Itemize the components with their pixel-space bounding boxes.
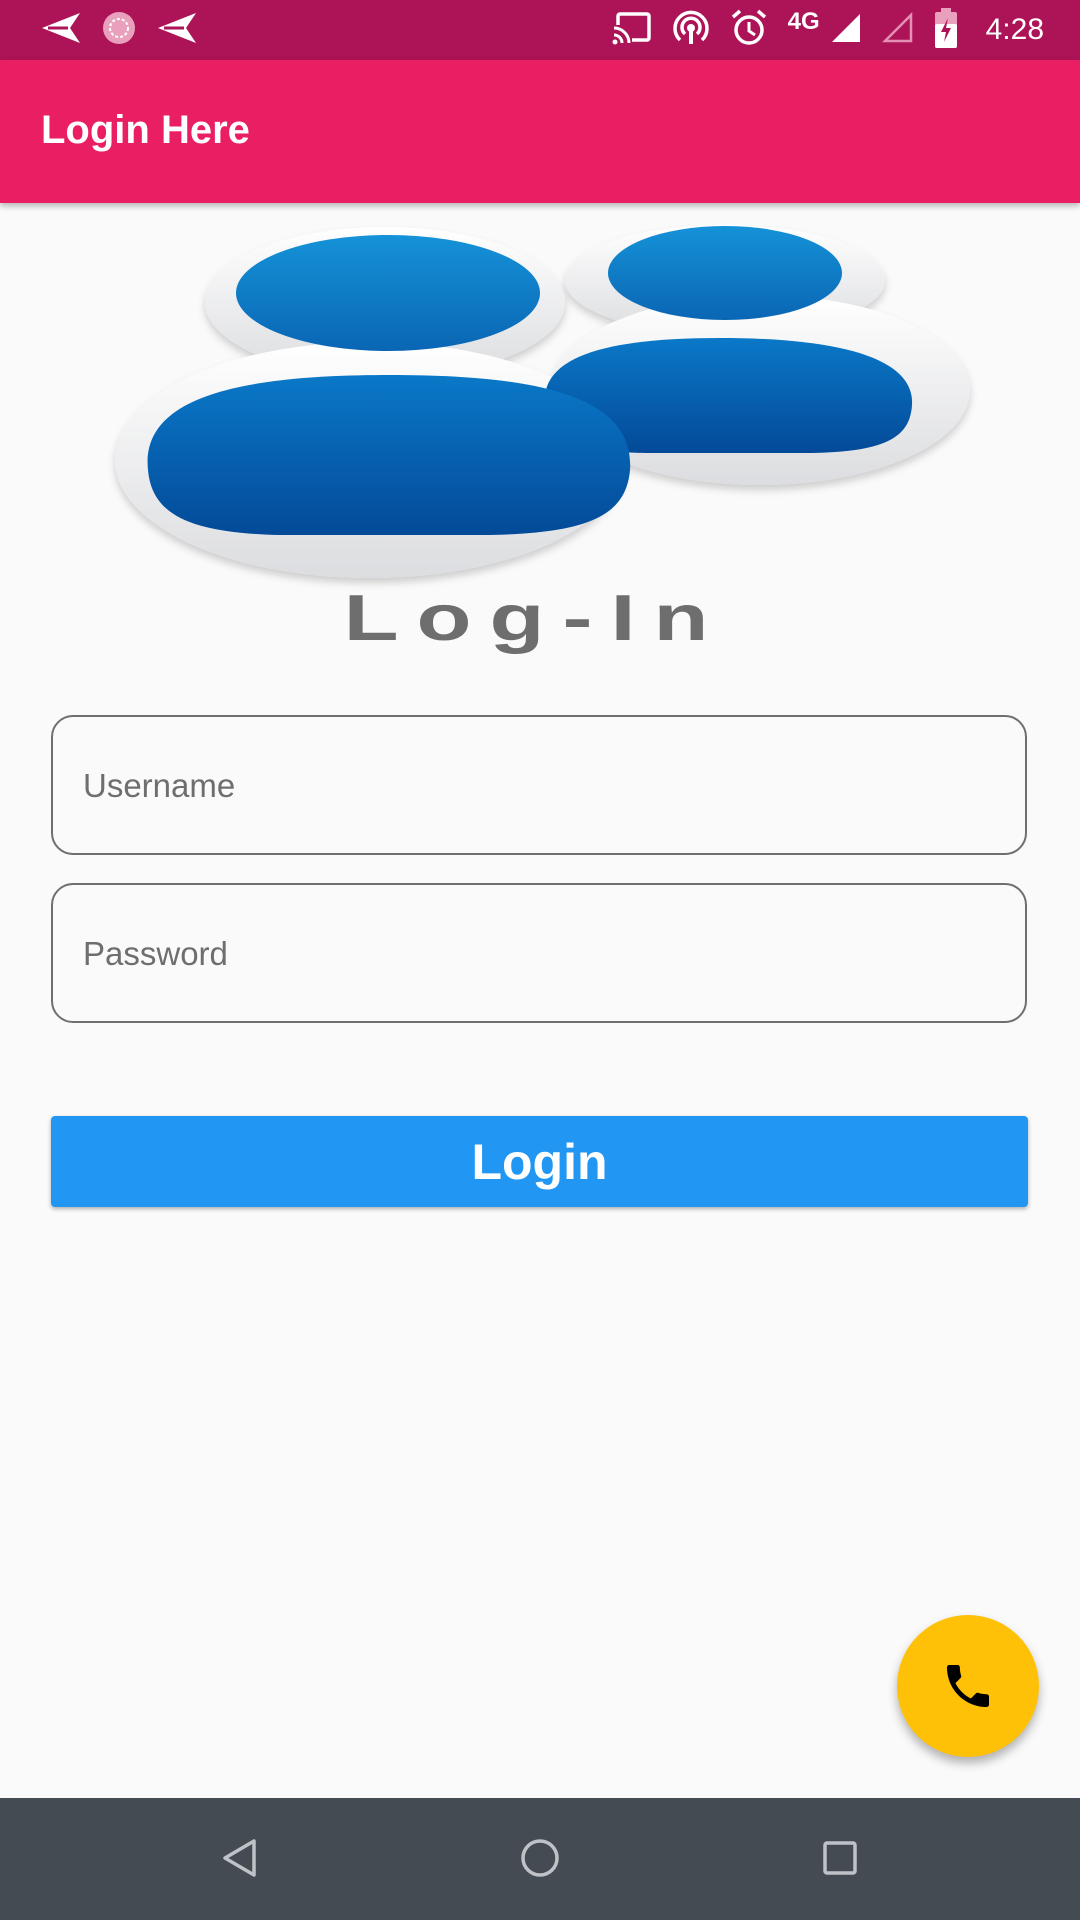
login-button[interactable]: Login — [51, 1116, 1028, 1207]
recents-icon — [823, 1841, 857, 1875]
back-icon — [223, 1839, 256, 1877]
username-field[interactable] — [51, 715, 1027, 855]
notification-icons — [40, 8, 198, 52]
navigation-bar — [0, 1798, 1080, 1920]
status-time: 4:28 — [985, 13, 1044, 46]
login-logo: Log-In — [70, 225, 1000, 670]
hotspot-icon — [672, 9, 710, 52]
phone-icon — [947, 1665, 989, 1707]
system-icons: 4G 4:28 — [611, 0, 1044, 60]
password-input[interactable] — [81, 885, 985, 1023]
cast-icon — [611, 11, 652, 50]
send-icon — [40, 11, 82, 50]
username-input[interactable] — [81, 717, 985, 855]
recents-button[interactable] — [808, 1826, 872, 1890]
battery-icon — [934, 7, 958, 53]
users-icon: Log-In — [115, 225, 970, 654]
page-title: Login Here — [41, 108, 250, 152]
password-field[interactable] — [51, 883, 1027, 1023]
network-type-label: 4G — [787, 8, 820, 35]
logo-text: Log-In — [344, 581, 727, 654]
send-icon — [156, 11, 198, 50]
alarm-icon — [730, 9, 768, 52]
login-button-label: Login — [471, 1133, 608, 1190]
app-bar: Login Here — [0, 60, 1080, 203]
home-icon — [521, 1839, 559, 1877]
home-button[interactable] — [508, 1826, 572, 1890]
call-fab-button[interactable] — [897, 1615, 1039, 1757]
status-bar: 4G 4:28 — [0, 0, 1080, 60]
back-button[interactable] — [208, 1826, 272, 1890]
signal-icon — [830, 12, 862, 49]
signal-empty-icon — [881, 11, 914, 49]
circle-app-icon — [100, 9, 138, 52]
